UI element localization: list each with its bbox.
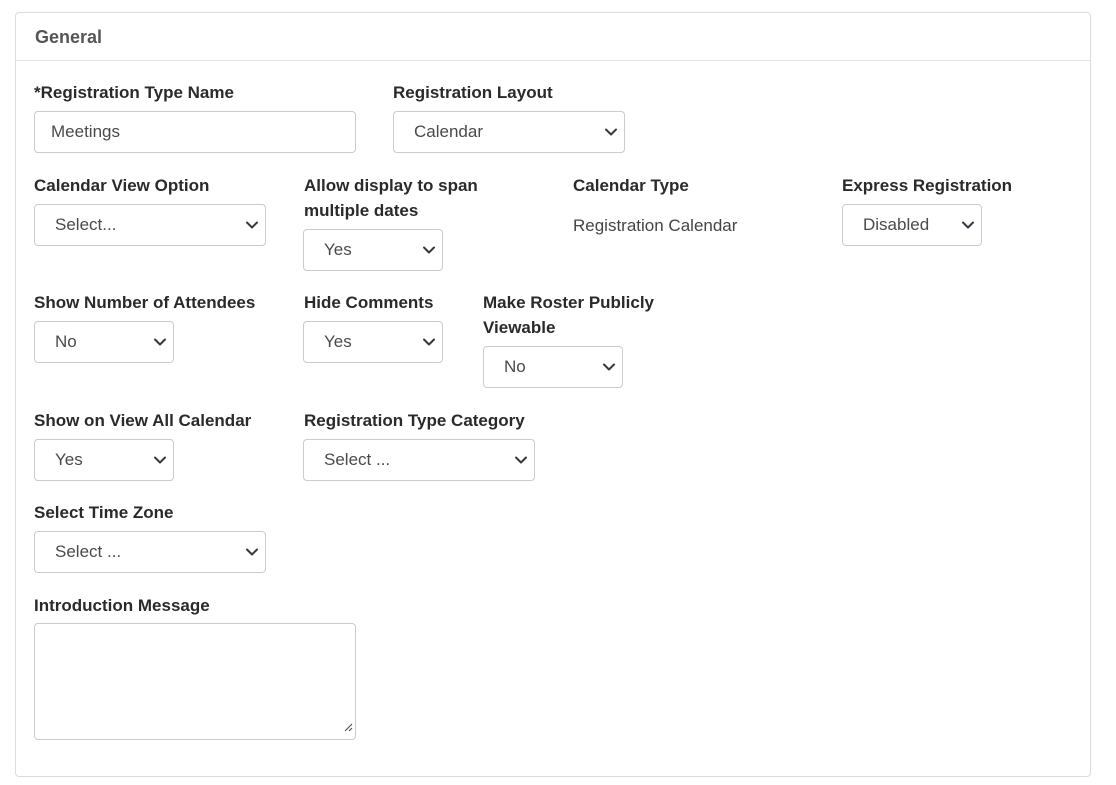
calendar-view-option-select[interactable]: Select... <box>34 204 266 246</box>
registration-type-name-value: Meetings <box>51 122 120 141</box>
registration-type-name-input[interactable]: Meetings <box>34 111 356 153</box>
introduction-message-label: Introduction Message <box>34 596 210 615</box>
chevron-down-icon <box>239 204 265 246</box>
show-number-of-attendees-label: Show Number of Attendees <box>34 293 256 312</box>
registration-layout-select[interactable]: Calendar <box>393 111 625 153</box>
registration-type-category-select[interactable]: Select ... <box>303 439 535 481</box>
calendar-view-option-value: Select... <box>55 215 117 234</box>
show-number-of-attendees-select[interactable]: No <box>34 321 174 363</box>
show-on-view-all-calendar-label: Show on View All Calendar <box>34 411 252 430</box>
time-zone-value: Select ... <box>55 542 122 561</box>
roster-public-label-line2: Viewable <box>483 318 556 337</box>
calendar-view-option-label: Calendar View Option <box>34 176 210 195</box>
express-registration-select[interactable]: Disabled <box>842 204 982 246</box>
introduction-message-textarea[interactable] <box>34 623 356 740</box>
roster-public-label-line1: Make Roster Publicly <box>483 293 655 312</box>
roster-public-select[interactable]: No <box>483 346 623 388</box>
show-on-view-all-calendar-value: Yes <box>55 450 83 469</box>
chevron-down-icon <box>955 204 981 246</box>
show-number-of-attendees-value: No <box>55 332 77 351</box>
span-multiple-dates-value: Yes <box>324 240 352 259</box>
hide-comments-value: Yes <box>324 332 352 351</box>
card-header: General <box>16 13 1090 61</box>
express-registration-label: Express Registration <box>842 176 1013 195</box>
resize-grip-icon[interactable] <box>343 719 353 737</box>
chevron-down-icon <box>147 321 173 363</box>
chevron-down-icon <box>239 531 265 573</box>
chevron-down-icon <box>596 346 622 388</box>
chevron-down-icon <box>598 111 624 153</box>
chevron-down-icon <box>147 439 173 481</box>
registration-type-category-label: Registration Type Category <box>304 411 525 430</box>
calendar-type-label: Calendar Type <box>573 176 689 195</box>
chevron-down-icon <box>508 439 534 481</box>
calendar-type-value: Registration Calendar <box>573 216 738 235</box>
registration-layout-value: Calendar <box>414 122 483 141</box>
registration-layout-label: Registration Layout <box>393 83 553 102</box>
chevron-down-icon <box>416 229 442 271</box>
express-registration-value: Disabled <box>863 215 930 234</box>
span-multiple-dates-select[interactable]: Yes <box>303 229 443 271</box>
registration-type-category-value: Select ... <box>324 450 391 469</box>
span-multiple-dates-label-line1: Allow display to span <box>304 176 478 195</box>
span-multiple-dates-label-line2: multiple dates <box>304 201 419 220</box>
show-on-view-all-calendar-select[interactable]: Yes <box>34 439 174 481</box>
section-title: General <box>35 27 103 47</box>
hide-comments-label: Hide Comments <box>304 293 434 312</box>
registration-type-name-label: *Registration Type Name <box>34 83 234 102</box>
roster-public-value: No <box>504 357 526 376</box>
hide-comments-select[interactable]: Yes <box>303 321 443 363</box>
time-zone-select[interactable]: Select ... <box>34 531 266 573</box>
time-zone-label: Select Time Zone <box>34 503 174 522</box>
chevron-down-icon <box>416 321 442 363</box>
